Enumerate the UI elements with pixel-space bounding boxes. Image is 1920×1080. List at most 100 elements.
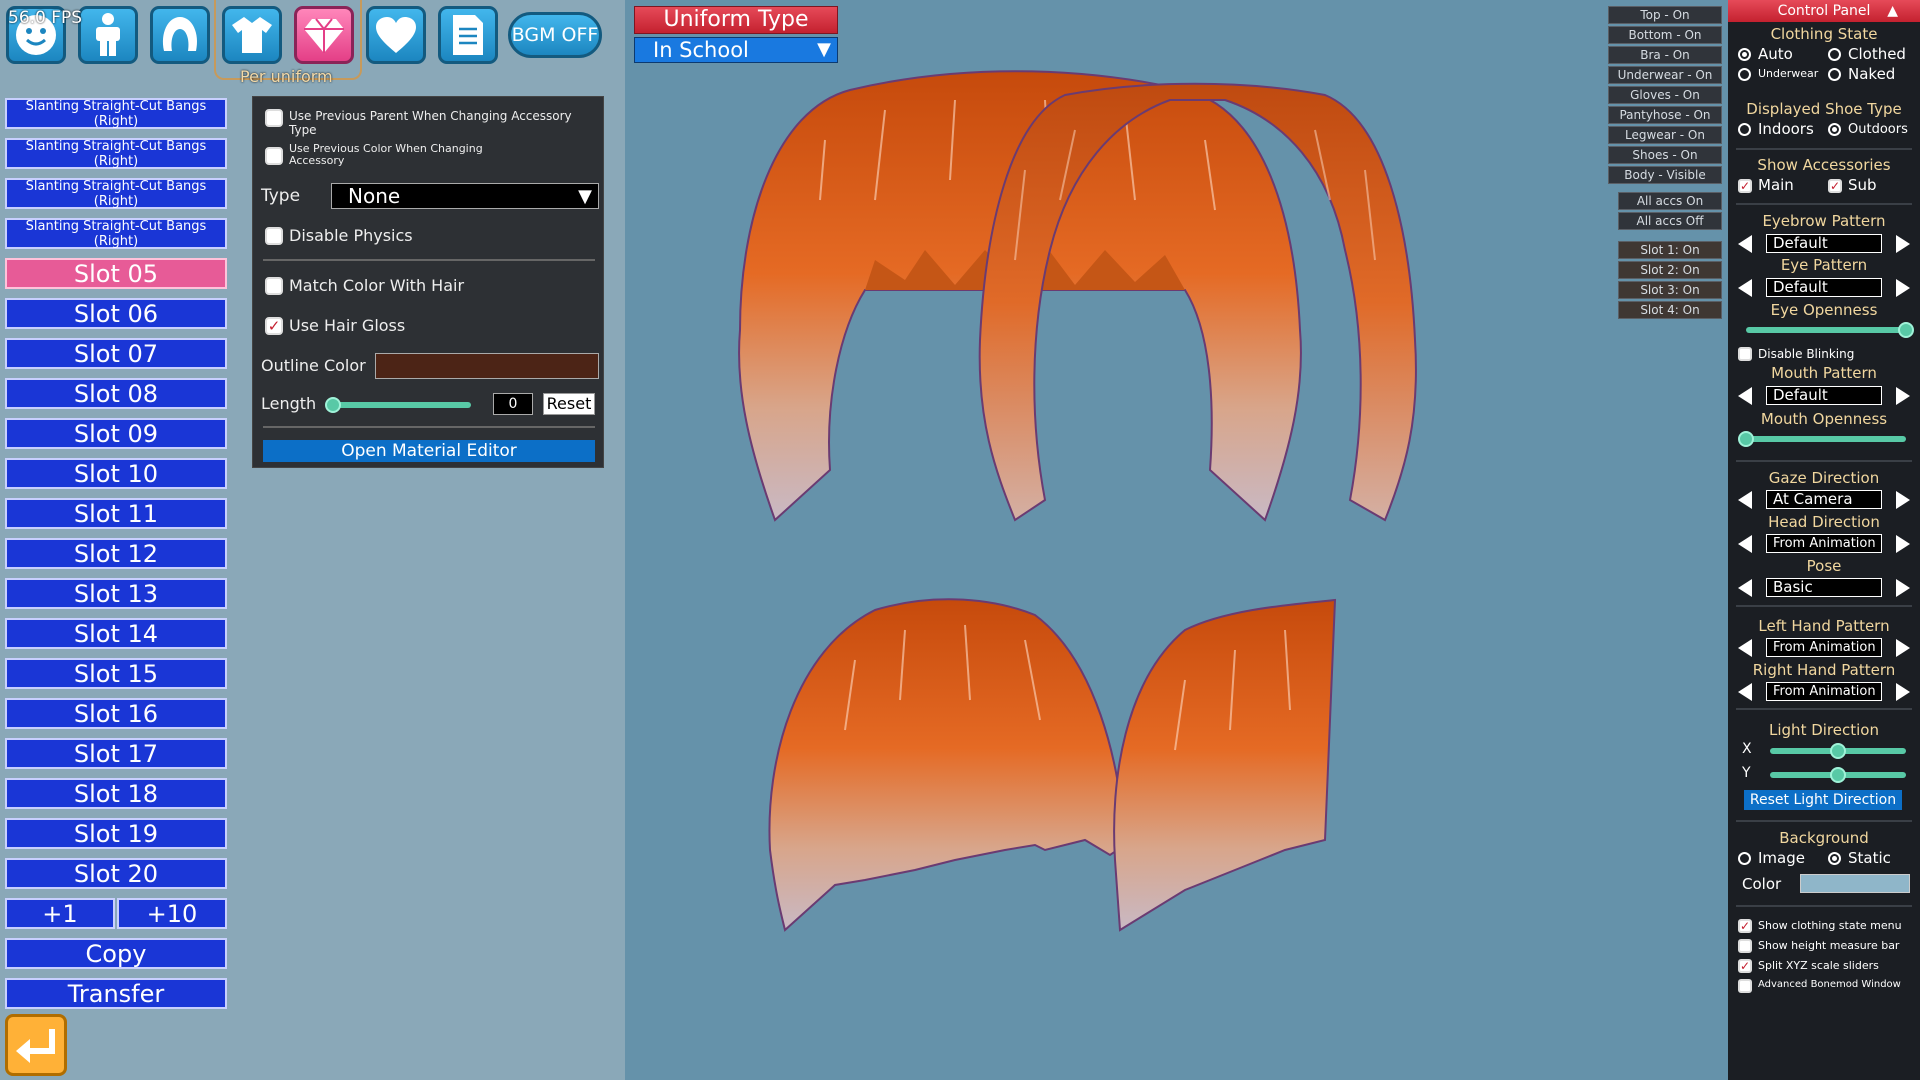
toggle-gloves[interactable]: Gloves - On: [1608, 86, 1722, 104]
toggle-underwear[interactable]: Underwear - On: [1608, 66, 1722, 84]
slot-item[interactable]: Slot 18: [5, 778, 227, 809]
slot-item[interactable]: Slot 19: [5, 818, 227, 849]
slot-item[interactable]: Slot 16: [5, 698, 227, 729]
right-hand-next-arrow-icon[interactable]: [1896, 683, 1910, 701]
slot-item[interactable]: Slot 11: [5, 498, 227, 529]
light-y-handle[interactable]: [1830, 767, 1846, 783]
copy-button[interactable]: Copy: [5, 938, 227, 969]
slot-item[interactable]: Slot 09: [5, 418, 227, 449]
bg-color-swatch[interactable]: [1800, 874, 1910, 893]
use-prev-parent-checkbox[interactable]: [265, 109, 283, 127]
advanced-bonemod-checkbox[interactable]: [1738, 979, 1752, 993]
head-next-arrow-icon[interactable]: [1896, 535, 1910, 553]
toggle-shoes[interactable]: Shoes - On: [1608, 146, 1722, 164]
outline-color-swatch[interactable]: [375, 353, 599, 379]
reset-light-direction-button[interactable]: Reset Light Direction: [1744, 790, 1902, 810]
slot-item[interactable]: Slanting Straight-Cut Bangs (Right): [5, 98, 227, 129]
type-dropdown[interactable]: None ▼: [331, 183, 599, 209]
match-color-checkbox[interactable]: [265, 277, 283, 295]
toggle-body[interactable]: Body - Visible: [1608, 166, 1722, 184]
mouth-openness-slider[interactable]: [1746, 436, 1906, 442]
slot-item[interactable]: Slot 20: [5, 858, 227, 889]
left-hand-select[interactable]: From Animation: [1766, 638, 1882, 657]
head-direction-select[interactable]: From Animation: [1766, 534, 1882, 553]
slot-item[interactable]: Slot 14: [5, 618, 227, 649]
shoe-outdoors-radio[interactable]: [1828, 123, 1841, 136]
mouth-openness-handle[interactable]: [1738, 431, 1754, 447]
all-accs-off-button[interactable]: All accs Off: [1618, 212, 1722, 230]
length-slider[interactable]: [333, 402, 471, 408]
control-panel-header[interactable]: Control Panel ▲: [1728, 0, 1920, 22]
back-button[interactable]: [5, 1014, 67, 1076]
toggle-legwear[interactable]: Legwear - On: [1608, 126, 1722, 144]
show-height-bar-checkbox[interactable]: [1738, 939, 1752, 953]
right-hand-prev-arrow-icon[interactable]: [1738, 683, 1752, 701]
left-hand-prev-arrow-icon[interactable]: [1738, 639, 1752, 657]
slot-item[interactable]: Slot 06: [5, 298, 227, 329]
clothing-auto-radio[interactable]: [1738, 48, 1751, 61]
disable-blinking-checkbox[interactable]: [1738, 347, 1752, 361]
length-reset-button[interactable]: Reset: [543, 393, 595, 415]
eyebrow-prev-arrow-icon[interactable]: [1738, 235, 1752, 253]
eye-openness-handle[interactable]: [1898, 322, 1914, 338]
slot-item[interactable]: Slanting Straight-Cut Bangs (Right): [5, 178, 227, 209]
pose-next-arrow-icon[interactable]: [1896, 579, 1910, 597]
heart-icon[interactable]: [366, 6, 426, 64]
uniform-type-dropdown[interactable]: In School ▼: [634, 37, 838, 63]
slot-item[interactable]: Slanting Straight-Cut Bangs (Right): [5, 138, 227, 169]
use-prev-color-checkbox[interactable]: [265, 147, 283, 165]
add-10-slots-button[interactable]: +10: [117, 898, 227, 929]
document-icon[interactable]: [438, 6, 498, 64]
gaze-prev-arrow-icon[interactable]: [1738, 491, 1752, 509]
length-slider-handle[interactable]: [325, 397, 341, 413]
hair-icon[interactable]: [150, 6, 210, 64]
shoe-indoors-radio[interactable]: [1738, 123, 1751, 136]
add-1-slot-button[interactable]: +1: [5, 898, 115, 929]
acc-main-checkbox[interactable]: ✓: [1738, 179, 1752, 193]
toggle-slot-4[interactable]: Slot 4: On: [1618, 301, 1722, 319]
left-hand-next-arrow-icon[interactable]: [1896, 639, 1910, 657]
clothing-naked-radio[interactable]: [1828, 68, 1841, 81]
slot-item[interactable]: Slanting Straight-Cut Bangs (Right): [5, 218, 227, 249]
eye-prev-arrow-icon[interactable]: [1738, 279, 1752, 297]
eye-next-arrow-icon[interactable]: [1896, 279, 1910, 297]
right-hand-select[interactable]: From Animation: [1766, 682, 1882, 701]
gaze-next-arrow-icon[interactable]: [1896, 491, 1910, 509]
bgm-toggle-button[interactable]: BGM OFF: [508, 12, 602, 58]
eye-openness-slider[interactable]: [1746, 327, 1906, 333]
body-icon[interactable]: [78, 6, 138, 64]
slot-item[interactable]: Slot 12: [5, 538, 227, 569]
acc-sub-checkbox[interactable]: ✓: [1828, 179, 1842, 193]
mouth-prev-arrow-icon[interactable]: [1738, 387, 1752, 405]
all-accs-on-button[interactable]: All accs On: [1618, 192, 1722, 210]
eyebrow-next-arrow-icon[interactable]: [1896, 235, 1910, 253]
slot-item[interactable]: Slot 10: [5, 458, 227, 489]
slot-item[interactable]: Slot 07: [5, 338, 227, 369]
slot-item-selected[interactable]: Slot 05: [5, 258, 227, 289]
use-hair-gloss-checkbox[interactable]: ✓: [265, 317, 283, 335]
eyebrow-pattern-select[interactable]: Default: [1766, 234, 1882, 253]
toggle-slot-2[interactable]: Slot 2: On: [1618, 261, 1722, 279]
length-value-input[interactable]: 0: [493, 393, 533, 415]
gaze-direction-select[interactable]: At Camera: [1766, 490, 1882, 509]
toggle-slot-3[interactable]: Slot 3: On: [1618, 281, 1722, 299]
clothing-clothed-radio[interactable]: [1828, 48, 1841, 61]
slot-item[interactable]: Slot 15: [5, 658, 227, 689]
clothing-underwear-radio[interactable]: [1738, 68, 1751, 81]
mouth-next-arrow-icon[interactable]: [1896, 387, 1910, 405]
show-clothing-menu-checkbox[interactable]: ✓: [1738, 919, 1752, 933]
collapse-icon[interactable]: ▲: [1887, 0, 1898, 22]
open-material-editor-button[interactable]: Open Material Editor: [263, 440, 595, 462]
slot-item[interactable]: Slot 13: [5, 578, 227, 609]
toggle-bottom[interactable]: Bottom - On: [1608, 26, 1722, 44]
light-x-handle[interactable]: [1830, 743, 1846, 759]
transfer-button[interactable]: Transfer: [5, 978, 227, 1009]
pose-select[interactable]: Basic: [1766, 578, 1882, 597]
toggle-top[interactable]: Top - On: [1608, 6, 1722, 24]
bg-static-radio[interactable]: [1828, 852, 1841, 865]
slot-item[interactable]: Slot 17: [5, 738, 227, 769]
mouth-pattern-select[interactable]: Default: [1766, 386, 1882, 405]
slot-item[interactable]: Slot 08: [5, 378, 227, 409]
bg-image-radio[interactable]: [1738, 852, 1751, 865]
disable-physics-checkbox[interactable]: [265, 227, 283, 245]
